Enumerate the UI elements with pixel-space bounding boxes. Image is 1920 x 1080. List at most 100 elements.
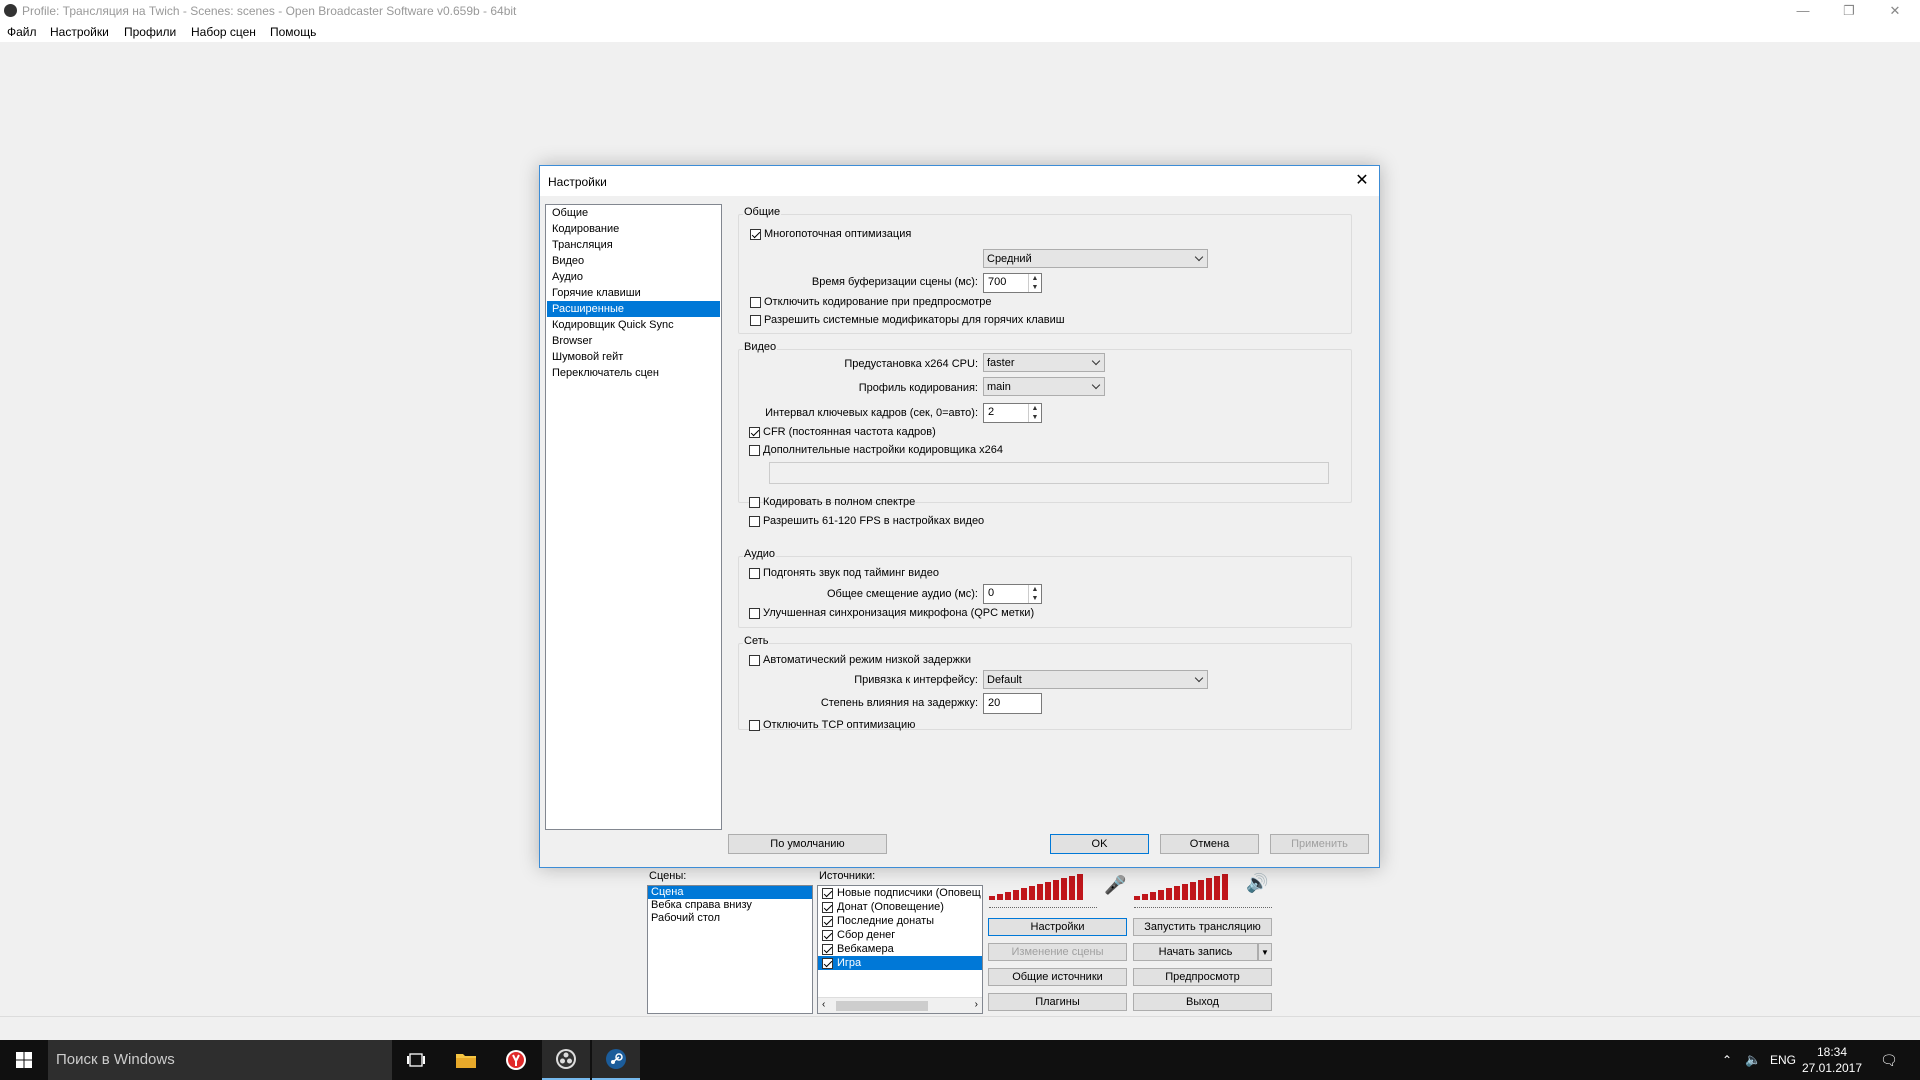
scenes-list[interactable]: Сцена Вебка справа внизу Рабочий стол — [647, 885, 813, 1014]
nav-item-hotkeys[interactable]: Горячие клавиши — [547, 285, 720, 301]
source-checkbox[interactable] — [822, 929, 833, 941]
disable-preview-checkbox[interactable] — [750, 296, 761, 308]
priority-select[interactable]: Средний — [983, 249, 1208, 268]
scroll-left-icon[interactable]: ‹ — [822, 999, 825, 1010]
low-latency-option[interactable]: Автоматический режим низкой задержки — [749, 654, 971, 666]
mic-volume-slider[interactable] — [989, 904, 1097, 908]
global-sources-button[interactable]: Общие источники — [988, 968, 1127, 986]
source-item[interactable]: Вебкамера — [818, 942, 982, 956]
source-checkbox[interactable] — [822, 887, 833, 899]
source-item[interactable]: Новые подписчики (Оповещ — [818, 886, 982, 900]
restore-icon[interactable]: ❐ — [1826, 0, 1872, 22]
record-dropdown-icon[interactable]: ▼ — [1258, 943, 1272, 961]
menu-scene-collection[interactable]: Набор сцен — [191, 25, 256, 39]
full-range-checkbox[interactable] — [749, 496, 760, 508]
spin-updown-icon[interactable]: ▲ ▼ — [1028, 274, 1041, 292]
language-indicator[interactable]: ENG — [1770, 1040, 1796, 1080]
audio-sync-option[interactable]: Подгонять звук под тайминг видео — [749, 567, 939, 579]
spin-updown-icon[interactable]: ▲ ▼ — [1028, 585, 1041, 603]
audio-offset-stepper[interactable]: 0 ▲ ▼ — [983, 584, 1042, 604]
start-record-button[interactable]: Начать запись — [1133, 943, 1258, 961]
cancel-button[interactable]: Отмена — [1160, 834, 1259, 854]
nav-item-noise-gate[interactable]: Шумовой гейт — [547, 349, 720, 365]
tray-chevron-icon[interactable]: ⌃ — [1722, 1040, 1732, 1080]
mic-sync-checkbox[interactable] — [749, 607, 760, 619]
notifications-icon[interactable]: 🗨 — [1880, 1040, 1898, 1080]
file-explorer-icon[interactable] — [442, 1040, 490, 1080]
menu-settings[interactable]: Настройки — [50, 25, 109, 39]
spin-updown-icon[interactable]: ▲ ▼ — [1028, 404, 1041, 422]
buffer-stepper[interactable]: 700 ▲ ▼ — [983, 273, 1042, 293]
keyint-stepper[interactable]: 2 ▲ ▼ — [983, 403, 1042, 423]
defaults-button[interactable]: По умолчанию — [728, 834, 887, 854]
start-stream-button[interactable]: Запустить трансляцию — [1133, 918, 1272, 936]
encoding-profile-select[interactable]: main — [983, 377, 1105, 396]
task-view-icon[interactable] — [392, 1040, 440, 1080]
nav-item-scene-switcher[interactable]: Переключатель сцен — [547, 365, 720, 381]
x264-preset-select[interactable]: faster — [983, 353, 1105, 372]
sources-hscrollbar[interactable]: ‹ › — [818, 997, 982, 1013]
bind-interface-select[interactable]: Default — [983, 670, 1208, 689]
apply-button[interactable]: Применить — [1270, 834, 1369, 854]
nav-item-broadcast[interactable]: Трансляция — [547, 237, 720, 253]
ok-button[interactable]: OK — [1050, 834, 1149, 854]
sys-modifiers-option[interactable]: Разрешить системные модификаторы для гор… — [750, 314, 1065, 326]
edit-scene-button[interactable]: Изменение сцены — [988, 943, 1127, 961]
nav-item-encoding[interactable]: Кодирование — [547, 221, 720, 237]
scene-item[interactable]: Рабочий стол — [648, 912, 812, 925]
source-item[interactable]: Последние донаты — [818, 914, 982, 928]
cfr-checkbox[interactable] — [749, 426, 760, 438]
menu-profiles[interactable]: Профили — [124, 25, 176, 39]
x264-extra-checkbox[interactable] — [749, 444, 760, 456]
high-fps-option[interactable]: Разрешить 61-120 FPS в настройках видео — [749, 515, 984, 527]
volume-tray-icon[interactable]: 🔈 — [1745, 1040, 1761, 1080]
source-item[interactable]: Донат (Оповещение) — [818, 900, 982, 914]
high-fps-checkbox[interactable] — [749, 515, 760, 527]
yandex-browser-icon[interactable] — [492, 1040, 540, 1080]
latency-factor-input[interactable]: 20 — [983, 693, 1042, 714]
menu-file[interactable]: Файл — [7, 25, 37, 39]
cfr-option[interactable]: CFR (постоянная частота кадров) — [749, 426, 936, 438]
taskbar-search-input[interactable]: Поиск в Windows — [48, 1040, 392, 1080]
dialog-close-icon[interactable]: ✕ — [1351, 170, 1373, 192]
nav-item-audio[interactable]: Аудио — [547, 269, 720, 285]
steam-icon[interactable] — [592, 1040, 640, 1080]
sources-list[interactable]: Новые подписчики (Оповещ Донат (Оповещен… — [817, 885, 983, 1014]
x264-extra-option[interactable]: Дополнительные настройки кодировщика x26… — [749, 444, 1003, 456]
nav-item-general[interactable]: Общие — [547, 205, 720, 221]
clock[interactable]: 18:34 27.01.2017 — [1802, 1040, 1862, 1080]
preview-button[interactable]: Предпросмотр — [1133, 968, 1272, 986]
source-item[interactable]: Игра — [818, 956, 982, 970]
settings-button[interactable]: Настройки — [988, 918, 1127, 936]
nav-item-advanced[interactable]: Расширенные — [547, 301, 720, 317]
nav-item-quicksync[interactable]: Кодировщик Quick Sync — [547, 317, 720, 333]
minimize-icon[interactable]: — — [1780, 0, 1826, 22]
multithread-option[interactable]: Многопоточная оптимизация — [750, 228, 911, 240]
tcp-option[interactable]: Отключить TCP оптимизацию — [749, 719, 915, 731]
tcp-checkbox[interactable] — [749, 719, 760, 731]
source-checkbox[interactable] — [822, 915, 833, 927]
nav-item-video[interactable]: Видео — [547, 253, 720, 269]
sys-modifiers-checkbox[interactable] — [750, 314, 761, 326]
speaker-icon[interactable]: 🔊 — [1246, 873, 1268, 894]
low-latency-checkbox[interactable] — [749, 654, 760, 666]
full-range-option[interactable]: Кодировать в полном спектре — [749, 496, 915, 508]
source-checkbox[interactable] — [822, 957, 833, 969]
scene-item[interactable]: Вебка справа внизу — [648, 899, 812, 912]
scroll-thumb[interactable] — [836, 1001, 928, 1011]
disable-preview-option[interactable]: Отключить кодирование при предпросмотре — [750, 296, 992, 308]
scroll-right-icon[interactable]: › — [975, 999, 978, 1010]
menu-help[interactable]: Помощь — [270, 25, 316, 39]
obs-taskbar-icon[interactable] — [542, 1040, 590, 1080]
audio-sync-checkbox[interactable] — [749, 567, 760, 579]
windows-start-icon[interactable] — [0, 1040, 48, 1080]
close-icon[interactable]: ✕ — [1872, 0, 1918, 22]
source-checkbox[interactable] — [822, 901, 833, 913]
exit-button[interactable]: Выход — [1133, 993, 1272, 1011]
mic-sync-option[interactable]: Улучшенная синхронизация микрофона (QPC … — [749, 607, 1034, 619]
desktop-volume-slider[interactable] — [1134, 904, 1272, 908]
settings-nav-list[interactable]: Общие Кодирование Трансляция Видео Аудио… — [545, 204, 722, 830]
nav-item-browser[interactable]: Browser — [547, 333, 720, 349]
source-item[interactable]: Сбор денег — [818, 928, 982, 942]
source-checkbox[interactable] — [822, 943, 833, 955]
